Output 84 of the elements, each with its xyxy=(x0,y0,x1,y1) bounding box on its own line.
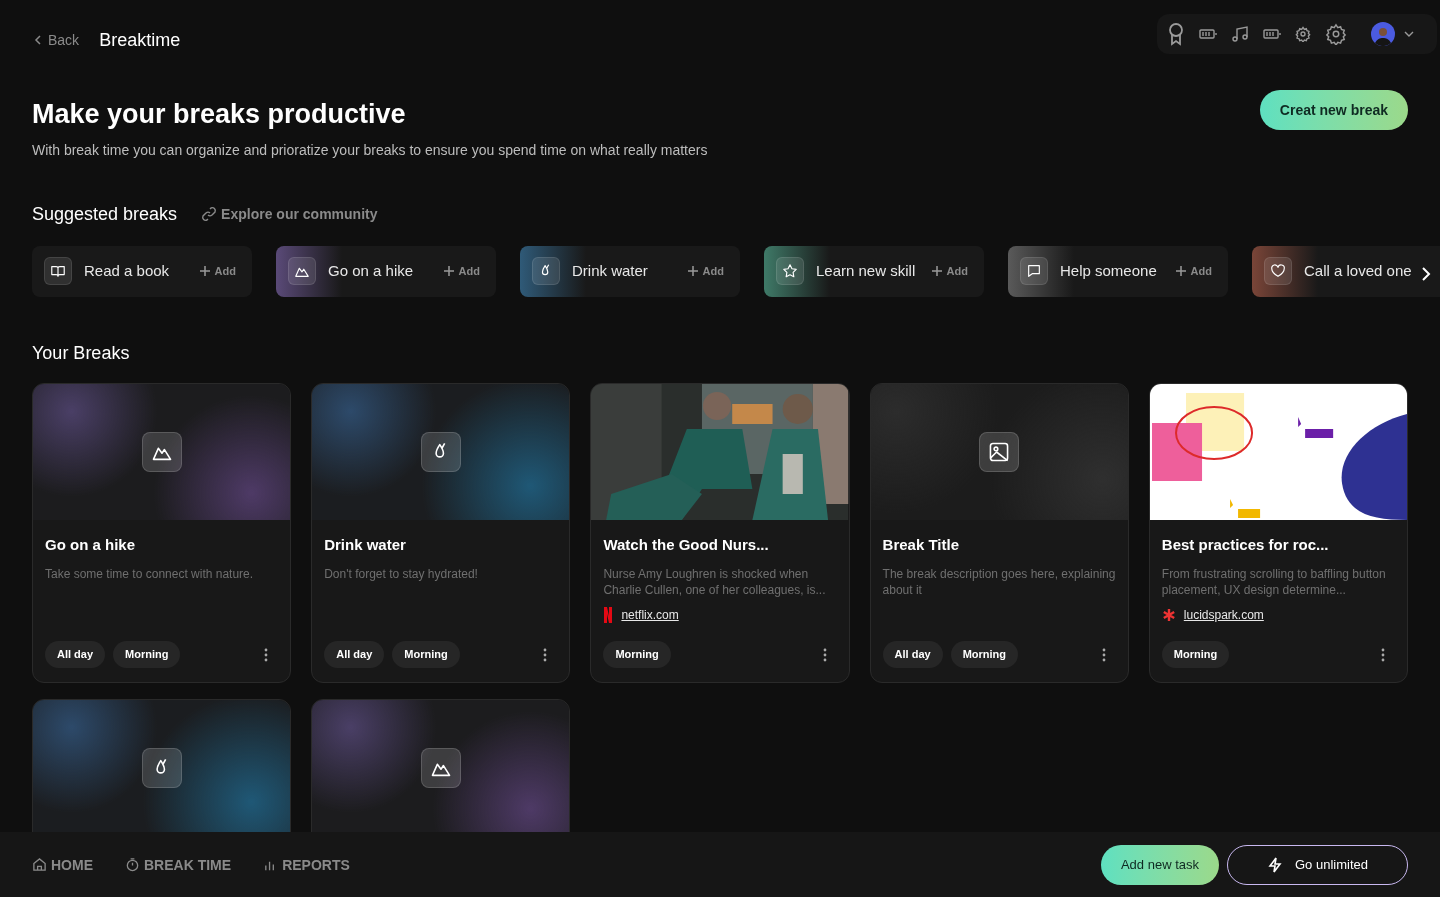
settings-icon[interactable] xyxy=(1325,23,1347,45)
chevron-left-icon xyxy=(32,34,44,46)
page-title: Breaktime xyxy=(99,29,181,52)
battery-icon[interactable] xyxy=(1263,28,1281,40)
time-tag: Morning xyxy=(392,641,460,668)
plus-icon xyxy=(198,265,211,278)
more-icon[interactable] xyxy=(264,647,269,662)
stopwatch-icon xyxy=(125,857,140,872)
section-title: Suggested breaks xyxy=(32,202,178,226)
lightning-icon xyxy=(1267,856,1283,873)
card-title: Best practices for roc... xyxy=(1161,534,1330,555)
more-icon[interactable] xyxy=(543,647,548,662)
heart-icon xyxy=(1270,263,1286,280)
plus-icon xyxy=(686,265,699,278)
nav-link[interactable]: BREAK TIME xyxy=(125,854,232,875)
create-break-button[interactable]: Creat new break xyxy=(1259,90,1408,130)
card-title: Watch the Good Nurs... xyxy=(603,534,770,555)
source-link[interactable]: lucidspark.com xyxy=(1183,606,1264,625)
card-description: The break description goes here, explaining about it xyxy=(882,566,1116,599)
card-description: Don't forget to stay hydrated! xyxy=(324,566,479,583)
suggestion-chip[interactable]: Read a book Add xyxy=(32,245,252,297)
plus-icon xyxy=(442,265,455,278)
chip-label: Call a loved one xyxy=(1304,261,1412,281)
break-card[interactable]: Best practices for roc... From frustrating scrolling to baffling button placement, UX design determine... lucidspark.com Morning xyxy=(1148,382,1408,683)
award-icon[interactable] xyxy=(1167,22,1185,46)
time-tag: All day xyxy=(882,641,943,668)
settings-icon[interactable] xyxy=(1295,26,1311,42)
add-button[interactable]: Add xyxy=(198,263,236,280)
break-card[interactable]: Break Title The break description goes here, explaining about it All day Morning xyxy=(869,382,1129,683)
add-button[interactable]: Add xyxy=(686,263,724,280)
battery-icon[interactable] xyxy=(1199,28,1217,40)
chevron-right-icon xyxy=(1420,266,1432,282)
more-icon[interactable] xyxy=(822,647,827,662)
nav-link[interactable]: REPORTS xyxy=(263,854,350,875)
hero-subtitle: With break time you can organize and prioratize your breaks to ensure you spend time on what really matters xyxy=(32,140,708,160)
time-tag: Morning xyxy=(1161,641,1230,668)
chip-label: Learn new skill xyxy=(816,261,916,281)
home-icon xyxy=(32,857,47,872)
chip-label: Go on a hike xyxy=(328,261,414,281)
suggestion-chip[interactable]: Learn new skill Add xyxy=(764,245,984,297)
netflix-logo-icon xyxy=(603,607,614,624)
add-task-button[interactable]: Add new task xyxy=(1100,844,1219,885)
link-icon xyxy=(201,205,218,222)
card-title: Go on a hike xyxy=(45,534,136,555)
more-icon[interactable] xyxy=(1101,647,1106,662)
section-title: Your Breaks xyxy=(31,341,131,365)
break-card[interactable]: Go on a hike Take some time to connect with nature. All day Morning xyxy=(32,382,292,683)
card-description: Nurse Amy Loughren is shocked when Charlie Cullen, one of her colleagues, is... xyxy=(603,566,827,599)
plus-icon xyxy=(930,265,943,278)
add-button[interactable]: Add xyxy=(442,263,480,280)
avatar[interactable] xyxy=(1371,22,1395,46)
time-tag: Morning xyxy=(950,641,1019,668)
source-link[interactable]: netflix.com xyxy=(621,606,679,625)
card-title: Drink water xyxy=(324,534,407,555)
card-title: Break Title xyxy=(882,534,961,555)
star-icon xyxy=(782,263,798,280)
break-card[interactable]: Drink water Don't forget to stay hydrated! All day Morning xyxy=(311,382,571,683)
music-note-icon[interactable] xyxy=(1231,25,1249,43)
hero-title: Make your breaks productive xyxy=(32,98,407,131)
suggestion-chip[interactable]: Drink water Add xyxy=(520,245,740,297)
book-icon xyxy=(50,263,66,280)
suggestion-chip[interactable]: Call a loved one xyxy=(1252,245,1440,297)
time-tag: All day xyxy=(45,641,106,668)
suggestion-chip[interactable]: Go on a hike Add xyxy=(276,245,496,297)
chat-icon xyxy=(1026,263,1042,280)
more-icon[interactable] xyxy=(1381,647,1385,662)
time-tag: Morning xyxy=(603,641,671,668)
time-tag: Morning xyxy=(113,641,181,668)
add-button[interactable]: Add xyxy=(1174,263,1212,280)
community-link[interactable]: Explore our community xyxy=(201,203,378,224)
time-tag: All day xyxy=(324,641,385,668)
chip-label: Drink water xyxy=(572,261,648,281)
image-icon xyxy=(988,440,1011,463)
break-card[interactable]: Watch the Good Nurs... Nurse Amy Loughren is shocked when Charlie Cullen, one of her colleagues, is... netflix.com Morning xyxy=(590,382,850,683)
chip-label: Help someone xyxy=(1060,261,1157,281)
asterisk-logo-icon xyxy=(1161,608,1176,623)
card-description: From frustrating scrolling to baffling button placement, UX design determine... xyxy=(1161,566,1387,599)
add-button[interactable]: Add xyxy=(930,263,968,280)
chip-label: Read a book xyxy=(84,261,170,281)
back-link[interactable]: Back xyxy=(32,30,80,50)
nav-link[interactable]: HOME xyxy=(32,854,93,875)
plus-icon xyxy=(1174,265,1187,278)
card-description: Take some time to connect with nature. xyxy=(45,566,255,583)
suggestion-chip[interactable]: Help someone Add xyxy=(1008,245,1228,297)
